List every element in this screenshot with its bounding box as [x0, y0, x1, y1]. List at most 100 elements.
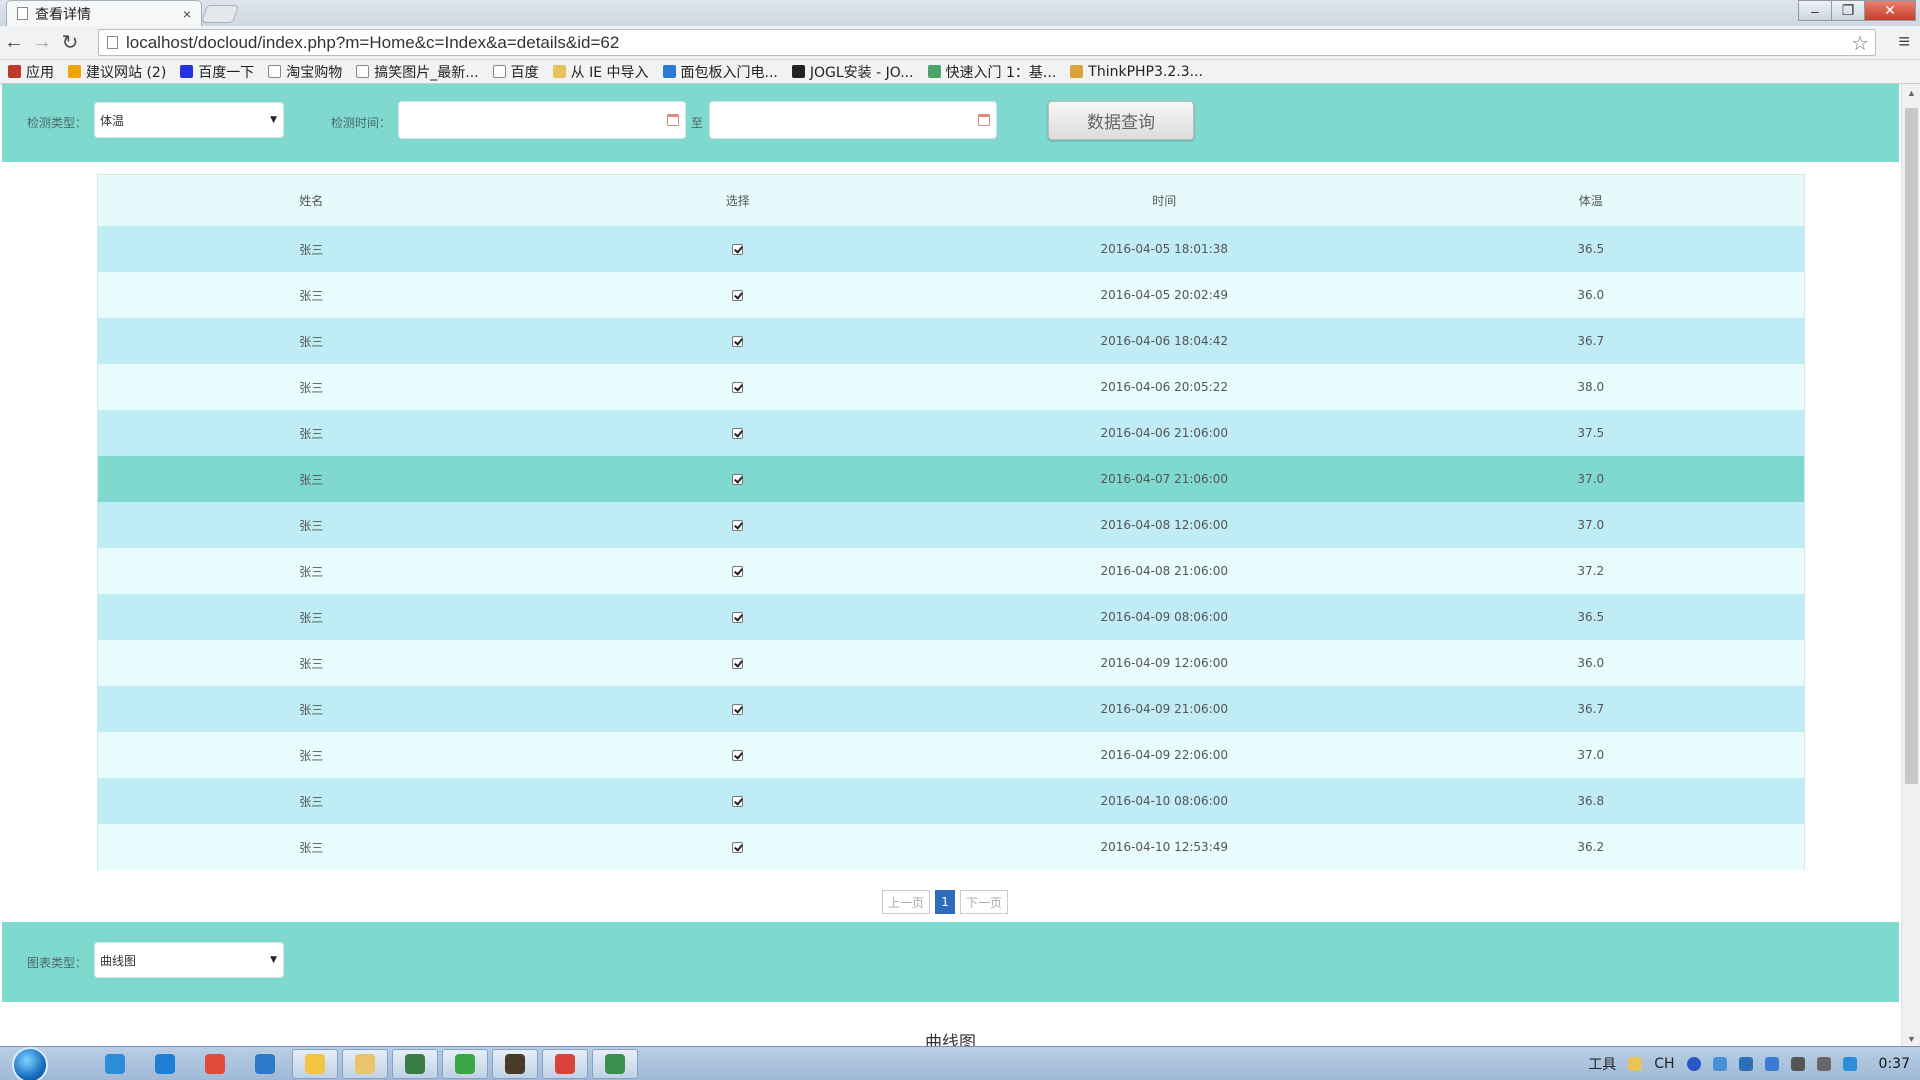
- chart-type-select[interactable]: 曲线图 ▼: [94, 942, 284, 978]
- taskbar-app[interactable]: [292, 1049, 338, 1079]
- row-checkbox[interactable]: [732, 244, 744, 255]
- table-row[interactable]: 张三 2016-04-10 12:53:49 36.2: [98, 824, 1804, 870]
- ime-indicator[interactable]: CH: [1654, 1056, 1674, 1072]
- taskbar-app[interactable]: [92, 1049, 138, 1079]
- taskbar-app[interactable]: [542, 1049, 588, 1079]
- table-row[interactable]: 张三 2016-04-10 08:06:00 36.8: [98, 778, 1804, 824]
- row-checkbox[interactable]: [732, 796, 744, 807]
- forward-button[interactable]: →: [28, 29, 56, 57]
- taskbar-app[interactable]: [592, 1049, 638, 1079]
- menu-icon[interactable]: ≡: [1898, 31, 1910, 54]
- end-date-input[interactable]: [709, 101, 997, 139]
- bookmark-item[interactable]: 百度: [492, 62, 539, 82]
- row-checkbox[interactable]: [732, 658, 744, 669]
- tray-network-icon[interactable]: [1712, 1057, 1727, 1071]
- row-checkbox[interactable]: [732, 750, 744, 761]
- bookmark-label: JOGL安装 - JO...: [809, 64, 914, 81]
- taskbar-app[interactable]: [442, 1049, 488, 1079]
- taskbar-app[interactable]: [392, 1049, 438, 1079]
- new-tab-button[interactable]: [201, 5, 239, 23]
- table-row[interactable]: 张三 2016-04-05 20:02:49 36.0: [98, 272, 1804, 318]
- taskbar-app[interactable]: [242, 1049, 288, 1079]
- tray-toolbar-label[interactable]: 工具: [1588, 1054, 1616, 1074]
- row-checkbox[interactable]: [732, 336, 744, 347]
- close-window-button[interactable]: ✕: [1864, 0, 1916, 21]
- page-1-button[interactable]: 1: [935, 890, 956, 914]
- shield-icon[interactable]: [1738, 1057, 1753, 1071]
- bookmark-item[interactable]: 搞笑图片_最新...: [356, 62, 479, 82]
- browser-tab[interactable]: 查看详情 ×: [6, 0, 202, 26]
- table-row[interactable]: 张三 2016-04-08 21:06:00 37.2: [98, 548, 1804, 594]
- taskbar-app[interactable]: [492, 1049, 538, 1079]
- cell-temp: 37.0: [1577, 472, 1605, 486]
- type-select[interactable]: 体温 ▼: [94, 102, 284, 138]
- clock[interactable]: 0:37: [1879, 1056, 1910, 1072]
- bookmark-item[interactable]: 建议网站 (2): [68, 62, 166, 82]
- bookmark-item[interactable]: ThinkPHP3.2.3...: [1070, 64, 1203, 80]
- calendar-icon[interactable]: [667, 114, 679, 126]
- row-checkbox[interactable]: [732, 474, 744, 485]
- bookmark-label: 百度一下: [198, 64, 255, 81]
- table-row[interactable]: 张三 2016-04-09 22:06:00 37.0: [98, 732, 1804, 778]
- row-checkbox[interactable]: [732, 290, 744, 301]
- bookmark-item[interactable]: 面包板入门电...: [662, 62, 778, 82]
- table-row[interactable]: 张三 2016-04-09 21:06:00 36.7: [98, 686, 1804, 732]
- table-row[interactable]: 张三 2016-04-09 08:06:00 36.5: [98, 594, 1804, 640]
- table-row[interactable]: 张三 2016-04-09 12:06:00 36.0: [98, 640, 1804, 686]
- table-row[interactable]: 张三 2016-04-06 18:04:42 36.7: [98, 318, 1804, 364]
- row-checkbox[interactable]: [732, 428, 744, 439]
- bookmark-item[interactable]: 快速入门 1：基...: [927, 62, 1056, 82]
- table-row[interactable]: 张三 2016-04-06 20:05:22 38.0: [98, 364, 1804, 410]
- cell-select: [525, 288, 952, 302]
- scroll-up-icon[interactable]: ▲: [1902, 88, 1920, 98]
- minimize-button[interactable]: ‒: [1798, 0, 1832, 21]
- tray-folder-icon[interactable]: [1628, 1057, 1643, 1071]
- prev-page-button[interactable]: 上一页: [882, 890, 931, 914]
- row-checkbox[interactable]: [732, 382, 744, 393]
- taskbar-app[interactable]: [142, 1049, 188, 1079]
- help-icon[interactable]: [1686, 1057, 1701, 1071]
- windows-taskbar: 工具 CH 0:37: [0, 1046, 1920, 1080]
- scrollbar-thumb[interactable]: [1905, 108, 1918, 784]
- restore-button[interactable]: ❐: [1831, 0, 1865, 21]
- row-checkbox[interactable]: [732, 612, 744, 623]
- back-button[interactable]: ←: [0, 29, 28, 57]
- bookmark-item[interactable]: 应用: [8, 62, 54, 82]
- url-text: localhost/docloud/index.php?m=Home&c=Ind…: [126, 32, 620, 52]
- table-row[interactable]: 张三 2016-04-05 18:01:38 36.5: [98, 226, 1804, 272]
- table-row[interactable]: 张三 2016-04-08 12:06:00 37.0: [98, 502, 1804, 548]
- next-page-button[interactable]: 下一页: [960, 890, 1009, 914]
- taskbar-app[interactable]: [192, 1049, 238, 1079]
- row-checkbox[interactable]: [732, 566, 744, 577]
- taskbar-app[interactable]: [342, 1049, 388, 1079]
- bing-icon: [68, 65, 81, 78]
- bookmark-star-icon[interactable]: ☆: [1851, 31, 1869, 56]
- start-date-input[interactable]: [398, 101, 686, 139]
- reload-button[interactable]: ↻: [56, 29, 84, 57]
- volume-icon[interactable]: [1816, 1057, 1831, 1071]
- row-checkbox[interactable]: [732, 704, 744, 715]
- bookmark-item[interactable]: 淘宝购物: [268, 62, 342, 82]
- query-button[interactable]: 数据查询: [1048, 101, 1194, 140]
- bookmark-item[interactable]: 从 IE 中导入: [552, 62, 649, 82]
- tab-close-icon[interactable]: ×: [183, 6, 191, 22]
- address-bar[interactable]: localhost/docloud/index.php?m=Home&c=Ind…: [98, 29, 1876, 56]
- row-checkbox[interactable]: [732, 842, 744, 853]
- bookmark-item[interactable]: 百度一下: [180, 62, 254, 82]
- bookmark-item[interactable]: JOGL安装 - JO...: [791, 62, 914, 82]
- table-row[interactable]: 张三 2016-04-06 21:06:00 37.5: [98, 410, 1804, 456]
- start-button[interactable]: [12, 1047, 48, 1080]
- header-name: 姓名: [299, 194, 324, 208]
- page-scrollbar[interactable]: ▲ ▼: [1901, 84, 1920, 1046]
- page-viewport: 检测类型： 体温 ▼ 检测时间： 至 数据查询 姓名 选择 时间 体温 张三 20…: [2, 84, 1899, 1046]
- cell-time: 2016-04-08 21:06:00: [1100, 564, 1228, 578]
- qq-tray-icon[interactable]: [1842, 1057, 1857, 1071]
- chevron-down-icon: ▼: [270, 955, 277, 965]
- signal-icon[interactable]: [1790, 1057, 1805, 1071]
- security-icon[interactable]: [1764, 1057, 1779, 1071]
- scroll-down-icon[interactable]: ▼: [1902, 1034, 1920, 1044]
- table-row[interactable]: 张三 2016-04-07 21:06:00 37.0: [98, 456, 1804, 502]
- calendar-icon[interactable]: [978, 114, 990, 126]
- row-checkbox[interactable]: [732, 520, 744, 531]
- pen-app-icon: [605, 1054, 625, 1074]
